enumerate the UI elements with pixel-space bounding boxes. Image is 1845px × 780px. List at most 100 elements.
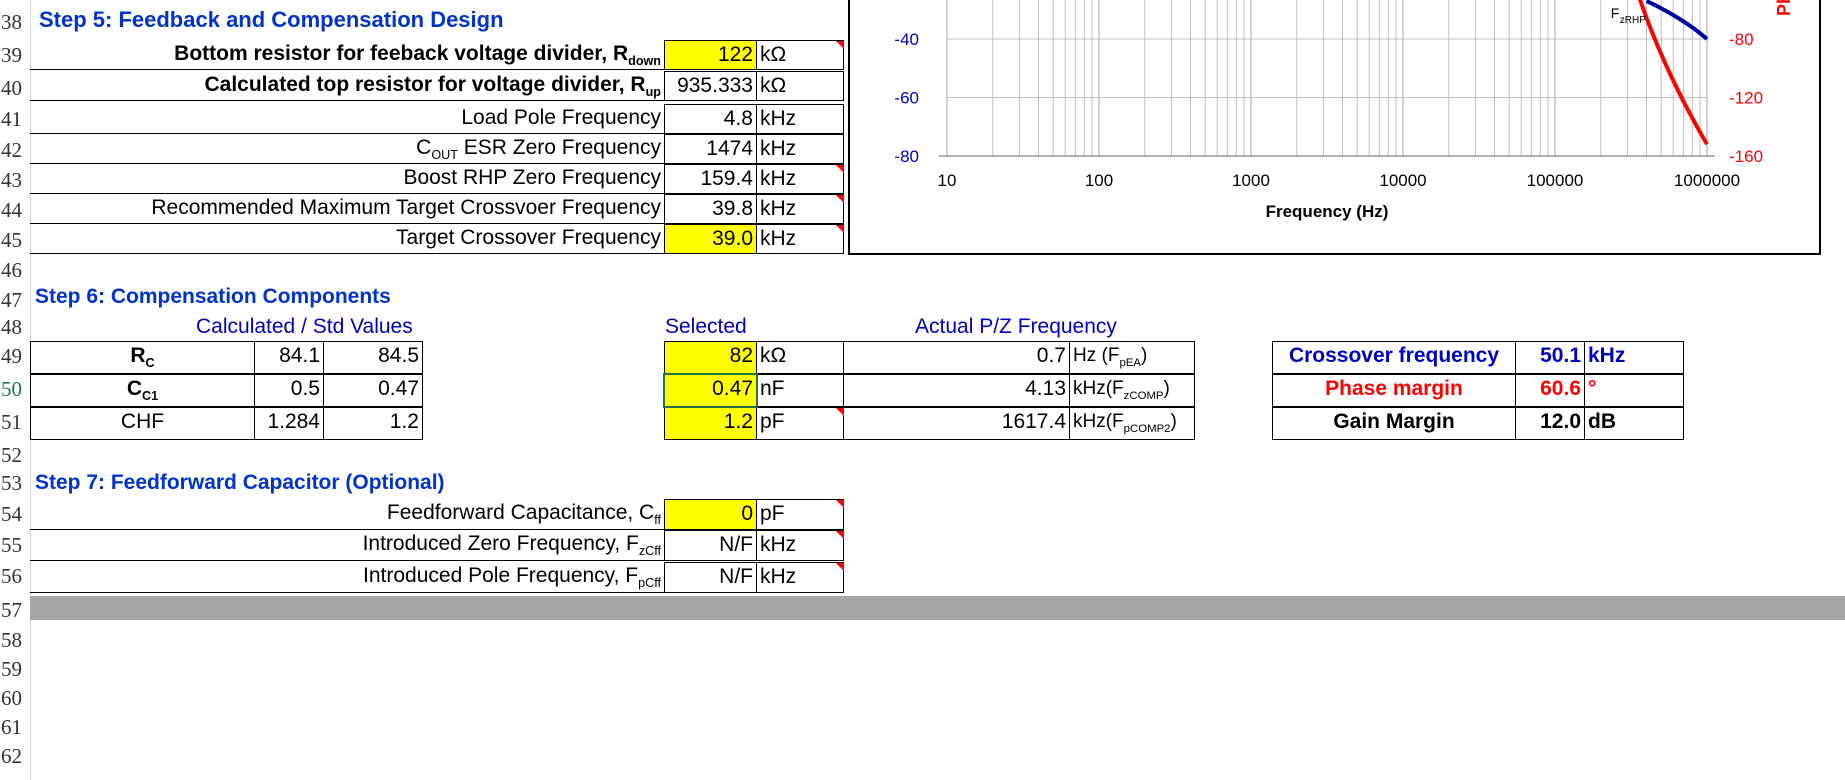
step5-label: Load Pole Frequency <box>30 104 664 134</box>
summary-label: Gain Margin <box>1272 407 1516 440</box>
step5-label: Target Crossover Frequency <box>30 224 664 254</box>
selected-header: Selected <box>665 315 747 338</box>
bode-plot-chart[interactable]: -40 -60 -80 -80 -120 -160 10 100 1000 10000 100000… <box>848 0 1821 255</box>
std-value: 1.2 <box>324 407 423 440</box>
comment-indicator <box>836 500 844 508</box>
row-number[interactable]: 39 <box>0 41 31 69</box>
frhp-annotation: F <box>1611 5 1620 21</box>
row-number[interactable]: 51 <box>0 408 31 436</box>
row-number[interactable]: 60 <box>0 684 31 712</box>
step5-unit: kHz <box>757 224 844 254</box>
calc-std-header: Calculated / Std Values <box>196 315 413 338</box>
row-number[interactable]: 43 <box>0 166 31 194</box>
y-right-tick-label: -120 <box>1729 89 1763 108</box>
y-left-tick-label: -40 <box>894 30 919 49</box>
row-number[interactable]: 49 <box>0 342 31 370</box>
comment-indicator <box>836 165 844 173</box>
grey-separator-row <box>30 596 1845 620</box>
row-number[interactable]: 58 <box>0 626 31 654</box>
y-right-tick-label: -80 <box>1729 30 1754 49</box>
step5-unit: kHz <box>757 164 844 194</box>
active-cell-selection[interactable] <box>663 373 758 408</box>
selected-unit: nF <box>757 374 844 407</box>
row-number[interactable]: 38 <box>0 8 31 36</box>
actual-pz-header: Actual P/Z Frequency <box>915 315 1117 338</box>
row-number[interactable]: 52 <box>0 441 31 469</box>
row-number[interactable]: 48 <box>0 313 31 341</box>
row-number[interactable]: 50 <box>0 375 31 403</box>
step7-label: Introduced Pole Frequency, FpCff <box>30 562 664 593</box>
component-name: CC1 <box>30 374 254 407</box>
row-number[interactable]: 47 <box>0 286 31 314</box>
std-value: 0.47 <box>324 374 423 407</box>
actual-unit: Hz (FpEA) <box>1070 341 1195 374</box>
step7-label: Feedforward Capacitance, Cff <box>30 499 664 530</box>
step5-value[interactable]: 159.4 <box>664 164 757 194</box>
row-number[interactable]: 54 <box>0 500 31 528</box>
x-tick-label: 100000 <box>1527 171 1584 190</box>
row-number[interactable]: 46 <box>0 256 31 284</box>
step5-value[interactable]: 1474 <box>664 134 757 164</box>
step5-value[interactable]: 39.0 <box>664 224 757 254</box>
actual-frequency: 0.7 <box>844 341 1070 374</box>
comment-indicator <box>836 41 844 49</box>
y-right-tick-label: -160 <box>1729 147 1763 166</box>
selected-unit: pF <box>757 407 844 440</box>
step5-label: Boost RHP Zero Frequency <box>30 164 664 194</box>
row-number[interactable]: 53 <box>0 469 31 497</box>
selected-value[interactable]: 1.2 <box>664 407 757 440</box>
step6-title: Step 6: Compensation Components <box>35 285 391 308</box>
selected-unit: kΩ <box>757 341 844 374</box>
actual-frequency: 4.13 <box>844 374 1070 407</box>
component-name: RC <box>30 341 254 374</box>
row-number[interactable]: 59 <box>0 655 31 683</box>
x-tick-label: 100 <box>1085 171 1113 190</box>
step5-value[interactable]: 4.8 <box>664 104 757 134</box>
component-name: CHF <box>30 407 254 440</box>
step5-value[interactable]: 122 <box>664 40 757 70</box>
step5-value[interactable]: 935.333 <box>664 71 757 101</box>
summary-label: Phase margin <box>1272 374 1516 407</box>
bode-plot-svg: -40 -60 -80 -80 -120 -160 10 100 1000 10000 100000… <box>894 0 1794 221</box>
gain-curve <box>1645 0 1709 41</box>
row-number[interactable]: 40 <box>0 74 31 102</box>
summary-value: 60.6 <box>1516 374 1585 407</box>
row-number[interactable]: 55 <box>0 531 31 559</box>
step5-unit: kΩ <box>757 71 844 101</box>
comment-indicator <box>836 531 844 539</box>
selected-value[interactable]: 82 <box>664 341 757 374</box>
step5-label: Bottom resistor for feeback voltage divi… <box>30 40 664 70</box>
actual-frequency: 1617.4 <box>844 407 1070 440</box>
frhp-annotation-sub: zRHP <box>1620 15 1646 26</box>
summary-unit: dB <box>1585 407 1684 440</box>
step7-label: Introduced Zero Frequency, FzCff <box>30 530 664 561</box>
row-number[interactable]: 41 <box>0 105 31 133</box>
step5-label: COUT ESR Zero Frequency <box>30 134 664 164</box>
calculated-value: 1.284 <box>254 407 324 440</box>
x-tick-label: 1000000 <box>1674 171 1740 190</box>
row-number[interactable]: 42 <box>0 136 31 164</box>
row-number[interactable]: 57 <box>0 596 31 624</box>
row-number[interactable]: 44 <box>0 196 31 224</box>
comment-indicator <box>836 195 844 203</box>
y-left-tick-label: -60 <box>894 89 919 108</box>
step5-value[interactable]: 39.8 <box>664 194 757 224</box>
step7-value[interactable]: 0 <box>664 499 757 530</box>
summary-value: 50.1 <box>1516 341 1585 374</box>
step5-unit: kHz <box>757 104 844 134</box>
row-number[interactable]: 62 <box>0 742 31 770</box>
row-number[interactable]: 61 <box>0 713 31 741</box>
summary-value: 12.0 <box>1516 407 1585 440</box>
step7-unit: pF <box>757 499 844 530</box>
step7-value[interactable]: N/F <box>664 530 757 561</box>
step7-value[interactable]: N/F <box>664 562 757 593</box>
step5-label: Recommended Maximum Target Crossvoer Fre… <box>30 194 664 224</box>
step5-title: Step 5: Feedback and Compensation Design <box>39 7 504 32</box>
comment-indicator <box>836 225 844 233</box>
row-number[interactable]: 45 <box>0 226 31 254</box>
row-number[interactable]: 56 <box>0 562 31 590</box>
step7-unit: kHz <box>757 530 844 561</box>
step5-unit: kΩ <box>757 40 844 70</box>
comment-indicator <box>836 408 844 416</box>
step7-title: Step 7: Feedforward Capacitor (Optional) <box>35 471 445 494</box>
